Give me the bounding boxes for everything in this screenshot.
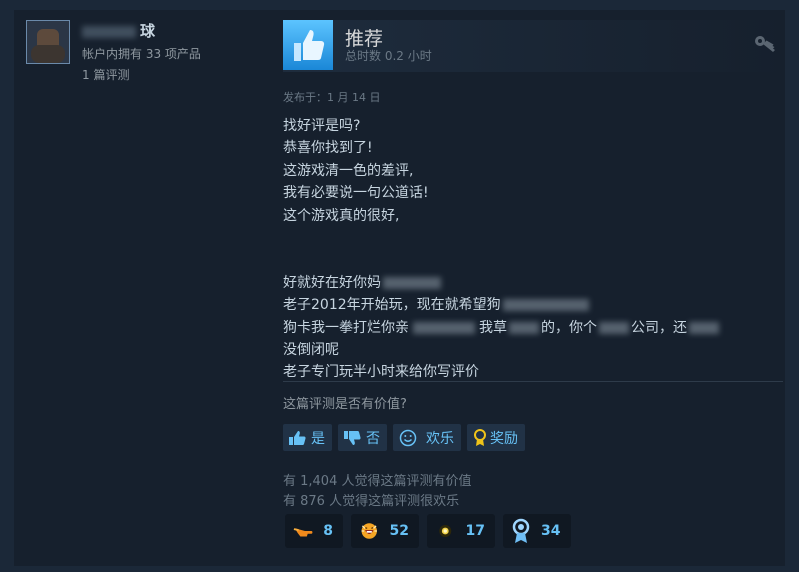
redacted-text (689, 321, 719, 334)
hand-point-icon (293, 528, 313, 537)
thumbs-up-icon (289, 430, 306, 445)
helpful-question: 这篇评测是否有价值? (283, 397, 407, 412)
redacted-text (413, 321, 475, 334)
posted-date: 发布于：1 月 14 日 (283, 91, 381, 104)
funny-count: 有 876 人觉得这篇评测很欢乐 (283, 494, 460, 509)
vote-buttons: 是 否 欢乐 奖励 (283, 424, 525, 451)
award-item[interactable]: 34 (503, 514, 571, 548)
review-count[interactable]: 1 篇评测 (82, 66, 129, 83)
thumbs-down-icon (344, 430, 361, 445)
redacted-text (502, 299, 589, 312)
review-line: 找好评是吗? (283, 118, 361, 134)
laughing-face-icon (361, 523, 377, 539)
redacted-text (509, 321, 539, 334)
review-line: 好就好在好你妈 (283, 272, 783, 294)
key-icon[interactable] (754, 34, 776, 58)
thumbs-up-icon (283, 20, 333, 70)
vote-funny-button[interactable]: 欢乐 (393, 424, 461, 451)
author-name[interactable]: 球 (82, 20, 155, 41)
avatar[interactable] (26, 20, 70, 64)
award-item[interactable]: 17 (427, 514, 495, 548)
playtime-hours: 总时数 0.2 小时 (345, 49, 432, 63)
review-line: 狗卡我一拳打烂你亲 我草 的，你个 公司，还 (283, 317, 783, 339)
vote-no-button[interactable]: 否 (338, 424, 387, 451)
owned-products[interactable]: 帐户内拥有 33 项产品 (82, 45, 201, 62)
review-text: 找好评是吗? 恭喜你找到了! 这游戏清一色的差评, 我有必要说一句公道话! 这个… (283, 115, 783, 384)
helpful-count: 有 1,404 人觉得这篇评测有价值 (283, 474, 472, 489)
redacted-text (599, 321, 629, 334)
review-line: 这游戏清一色的差评, (283, 162, 414, 179)
review-line: 我有必要说一句公道话! (283, 185, 429, 202)
redacted-text (383, 276, 441, 289)
review-line (283, 227, 783, 249)
review-line: 这个游戏真的很好, (283, 207, 400, 224)
sparkle-dot-icon (439, 525, 452, 537)
smiley-icon (399, 429, 417, 446)
award-list: 8 52 17 34 (285, 514, 571, 548)
review-line: 恭喜你找到了! (283, 140, 373, 157)
award-item[interactable]: 8 (285, 514, 343, 548)
divider (283, 381, 783, 382)
review-line (283, 249, 783, 271)
award-button[interactable]: 奖励 (467, 424, 525, 451)
award-icon (474, 428, 486, 446)
review-line: 没倒闭呢 (283, 341, 339, 358)
redacted-text (82, 25, 136, 38)
award-item[interactable]: 52 (351, 514, 419, 548)
vote-yes-button[interactable]: 是 (283, 424, 332, 451)
review-line: 老子2012年开始玩，现在就希望狗 (283, 294, 783, 316)
ribbon-medal-icon (512, 518, 530, 543)
